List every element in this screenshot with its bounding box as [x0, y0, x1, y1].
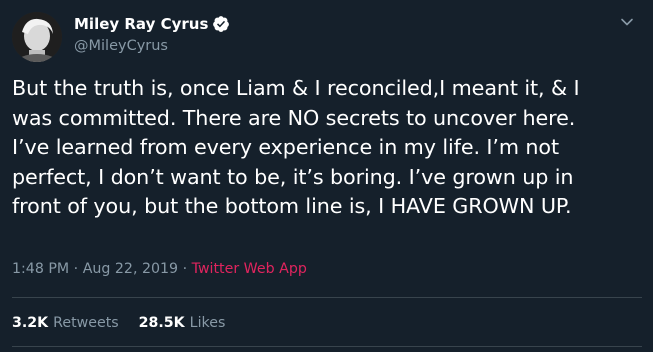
chevron-down-icon[interactable] — [619, 14, 635, 30]
author-handle[interactable]: @MileyCyrus — [74, 37, 168, 55]
verified-badge-icon — [213, 16, 230, 32]
author-name-row: Miley Ray Cyrus — [74, 14, 230, 34]
meta-separator: · — [178, 261, 192, 277]
likes-stat[interactable]: 28.5K Likes — [139, 313, 226, 333]
display-name[interactable]: Miley Ray Cyrus — [74, 14, 208, 34]
likes-count: 28.5K — [138, 315, 185, 331]
divider — [12, 346, 642, 347]
retweets-stat[interactable]: 3.2K Retweets — [12, 313, 119, 333]
divider — [12, 297, 642, 298]
tweet-card: Miley Ray Cyrus @MileyCyrus But the trut… — [0, 0, 653, 352]
retweets-count: 3.2K — [12, 315, 49, 331]
source-link[interactable]: Twitter Web App — [192, 261, 307, 277]
tweet-text: But the truth is, once Liam & I reconcil… — [12, 76, 580, 218]
engagement-stats: 3.2K Retweets 28.5K Likes — [12, 313, 225, 333]
timestamp[interactable]: 1:48 PM · Aug 22, 2019 — [12, 261, 178, 277]
tweet-meta: 1:48 PM · Aug 22, 2019 · Twitter Web App — [12, 259, 307, 279]
likes-label: Likes — [189, 315, 226, 331]
avatar[interactable] — [12, 12, 62, 62]
avatar-image — [12, 12, 62, 62]
retweets-label: Retweets — [53, 315, 119, 331]
